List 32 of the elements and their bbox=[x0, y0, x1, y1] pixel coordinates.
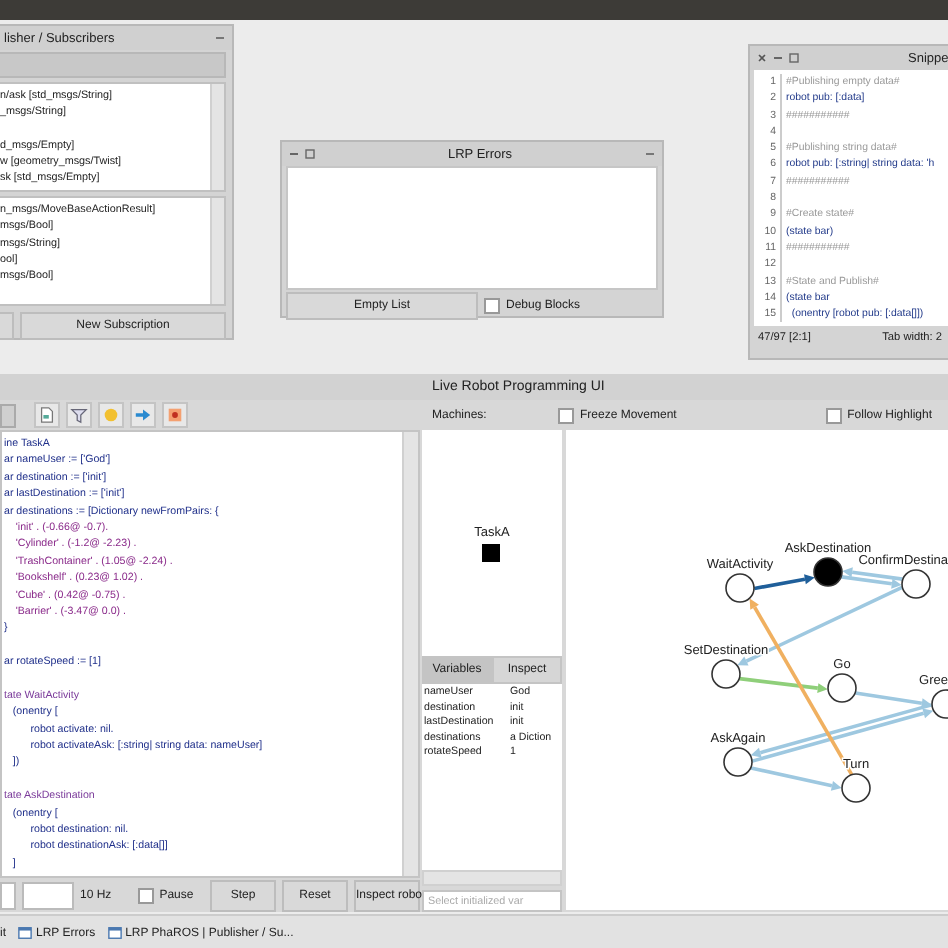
state-node[interactable] bbox=[725, 573, 755, 603]
state-node[interactable] bbox=[813, 557, 843, 587]
collapse-icon[interactable] bbox=[214, 32, 226, 44]
close-icon[interactable] bbox=[756, 52, 768, 64]
state-node[interactable] bbox=[841, 773, 871, 803]
state-node[interactable] bbox=[931, 689, 948, 719]
checkbox[interactable] bbox=[484, 298, 500, 314]
checkbox[interactable] bbox=[137, 887, 154, 903]
minimize-icon[interactable] bbox=[288, 148, 300, 160]
stop-icon[interactable] bbox=[162, 402, 188, 428]
checkbox[interactable] bbox=[825, 407, 842, 423]
state-node[interactable] bbox=[723, 747, 753, 777]
document-icon[interactable] bbox=[34, 402, 60, 428]
code-editor[interactable] bbox=[0, 430, 420, 878]
state-node[interactable] bbox=[711, 659, 741, 689]
input-field[interactable] bbox=[22, 881, 74, 909]
collapse-icon[interactable] bbox=[644, 148, 656, 160]
scrollbar[interactable] bbox=[210, 198, 224, 304]
machine-node[interactable] bbox=[482, 543, 501, 561]
input-field[interactable] bbox=[0, 881, 16, 909]
scrollbar[interactable] bbox=[402, 432, 418, 876]
scrollbar[interactable] bbox=[210, 84, 224, 190]
state-node[interactable] bbox=[901, 569, 931, 599]
checkbox[interactable] bbox=[558, 407, 574, 423]
funnel-icon[interactable] bbox=[66, 402, 92, 428]
code-editor[interactable] bbox=[754, 70, 948, 326]
maximize-icon[interactable] bbox=[304, 148, 316, 160]
toolbar-button[interactable] bbox=[0, 403, 16, 427]
minimize-icon[interactable] bbox=[772, 52, 784, 64]
maximize-icon[interactable] bbox=[788, 52, 800, 64]
state-node[interactable] bbox=[827, 673, 857, 703]
scrollbar[interactable] bbox=[422, 870, 562, 886]
